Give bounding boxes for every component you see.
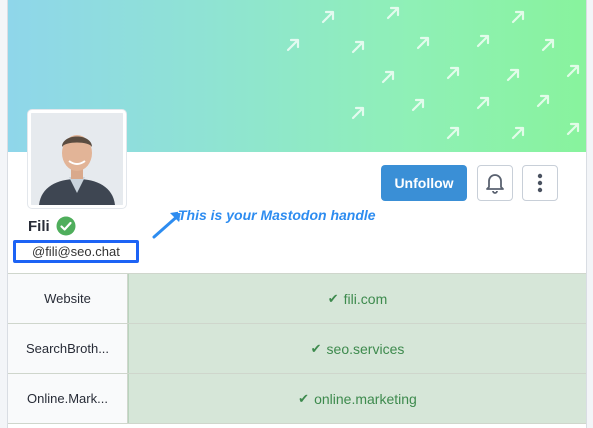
checkmark-icon: ✔ — [298, 390, 310, 406]
checkmark-icon: ✔ — [310, 340, 322, 356]
field-row-searchbrothers: SearchBroth... ✔ seo.services — [8, 324, 586, 374]
more-options-button[interactable] — [522, 165, 558, 201]
field-value-link[interactable]: ✔ seo.services — [128, 324, 586, 373]
field-name: Website — [8, 274, 128, 323]
display-name: Fili — [28, 217, 50, 235]
notify-button[interactable] — [477, 165, 513, 201]
account-handle: @fili@seo.chat — [32, 244, 120, 259]
field-row-website: Website ✔ fili.com — [8, 274, 586, 324]
unfollow-button[interactable]: Unfollow — [381, 165, 467, 201]
display-name-row: Fili — [28, 216, 76, 236]
field-value-text[interactable]: online.marketing — [314, 391, 417, 407]
avatar-photo — [31, 113, 123, 205]
vertical-ellipsis-icon — [537, 173, 543, 193]
profile-card: Unfollow Fili @fili@seo.chat This is you… — [7, 0, 587, 428]
avatar[interactable] — [28, 110, 126, 208]
bell-icon — [486, 174, 504, 194]
field-value-link[interactable]: ✔ fili.com — [128, 274, 586, 323]
field-row-online-marketing: Online.Mark... ✔ online.marketing — [8, 374, 586, 424]
profile-fields-table: Website ✔ fili.com SearchBroth... ✔ seo.… — [8, 273, 586, 424]
handle-highlight-box: @fili@seo.chat — [13, 240, 139, 263]
field-name: SearchBroth... — [8, 324, 128, 373]
check-circle-icon — [56, 216, 76, 236]
field-value-text[interactable]: seo.services — [327, 341, 405, 357]
checkmark-icon: ✔ — [327, 290, 339, 306]
field-value-link[interactable]: ✔ online.marketing — [128, 374, 586, 423]
field-name: Online.Mark... — [8, 374, 128, 423]
annotation-label: This is your Mastodon handle — [178, 207, 376, 223]
field-value-text[interactable]: fili.com — [344, 291, 388, 307]
